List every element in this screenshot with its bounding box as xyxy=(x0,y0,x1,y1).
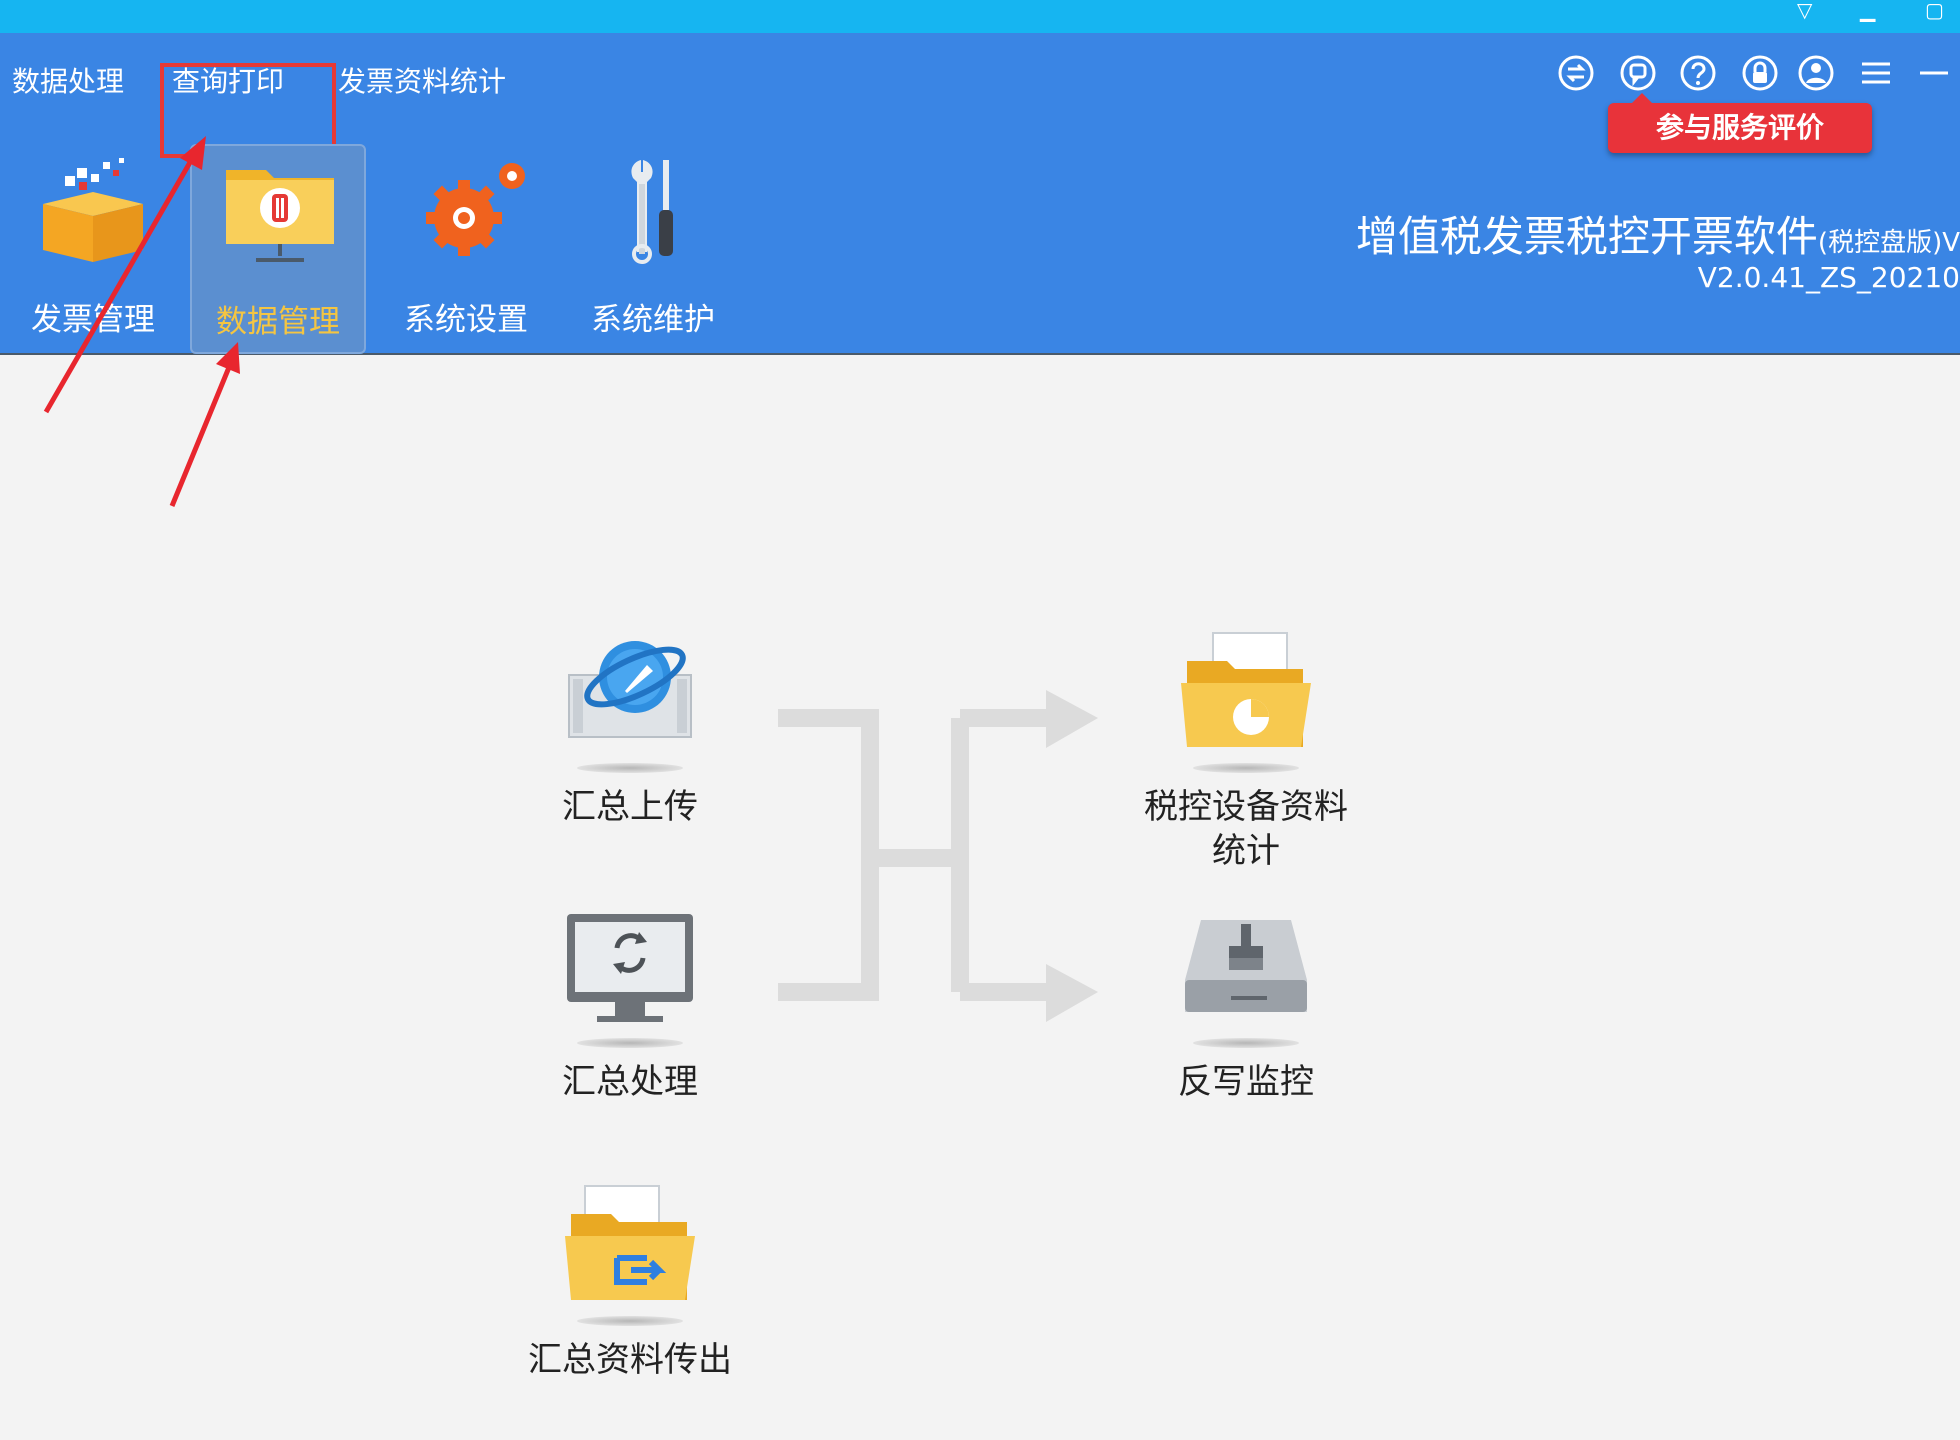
annotation-arrows xyxy=(43,136,240,507)
